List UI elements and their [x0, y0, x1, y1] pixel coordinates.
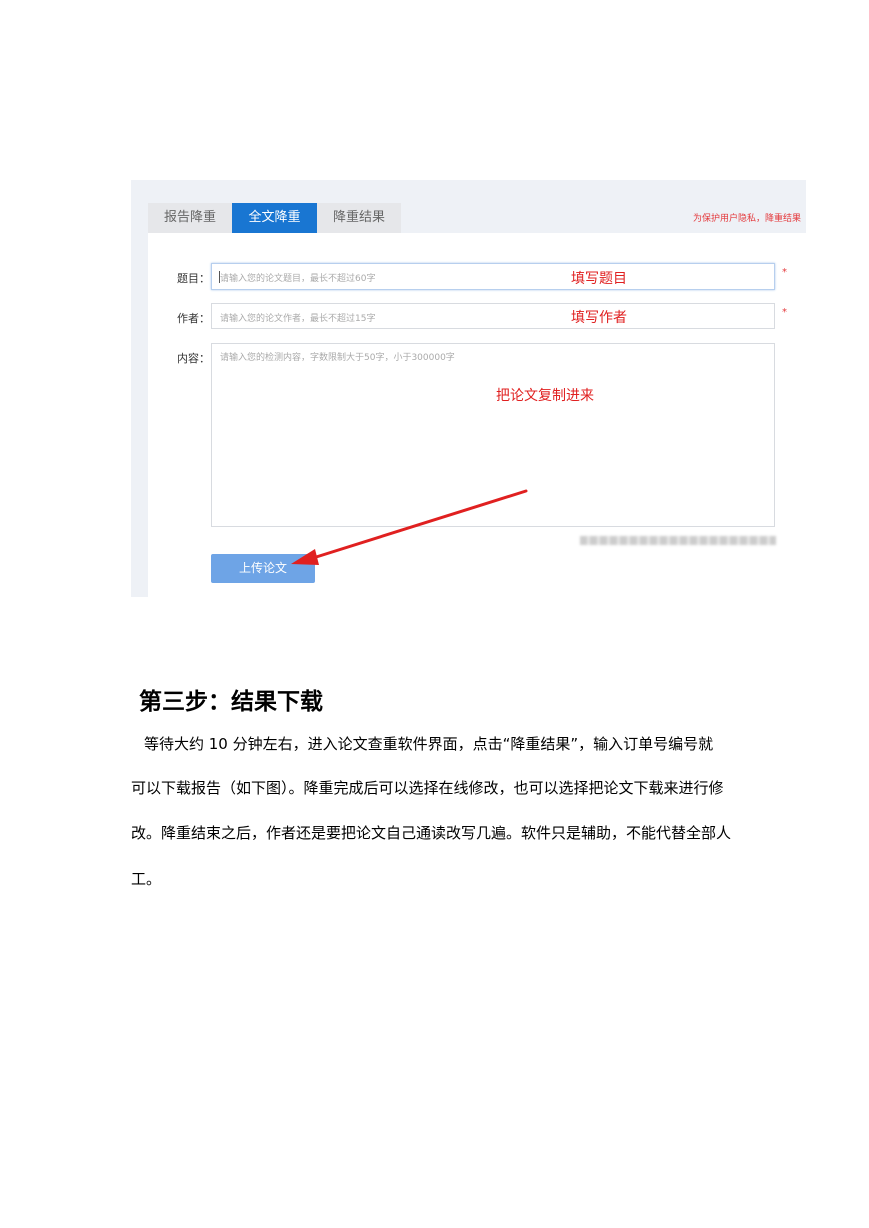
section-heading: 第三步：结果下载	[139, 689, 323, 715]
paragraph-line-4: 工。	[131, 870, 162, 888]
red-arrow-icon	[291, 489, 528, 565]
paragraph-line-1: 等待大约 10 分钟左右，进入论文查重软件界面，点击“降重结果”，输入订单号编号…	[144, 735, 714, 753]
paragraph-line-2: 可以下载报告（如下图）。降重完成后可以选择在线修改，也可以选择把论文下载来进行修	[131, 779, 724, 797]
embedded-screenshot: 报告降重 全文降重 降重结果 为保护用户隐私，降重结果 题目： 请输入您的论文题…	[131, 180, 806, 597]
paragraph-line-3: 改。降重结束之后，作者还是要把论文自己通读改写几遍。软件只是辅助，不能代替全部人	[131, 824, 732, 842]
